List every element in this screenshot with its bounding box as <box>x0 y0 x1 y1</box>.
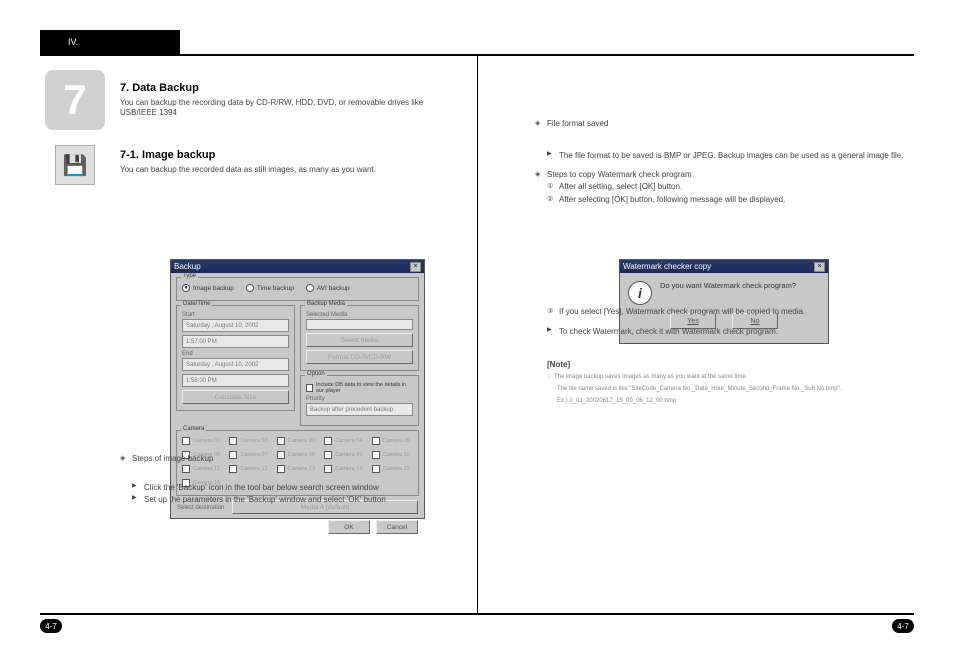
li-setup-params: Set up the parameters in the 'Backup' wi… <box>132 495 462 505</box>
li-file-format: File format saved <box>535 119 904 129</box>
ok-button[interactable]: OK <box>328 520 370 534</box>
group-type: Type ●Image backup Time backup AVI backu… <box>176 277 419 301</box>
li-check-wm: To check Watermark, check it with Waterm… <box>547 327 904 337</box>
note3: Ex.) 0_01_20020617_15_00_06_12_00.bmp <box>557 398 904 406</box>
li-step2: After selecting [OK] button, following m… <box>547 195 904 205</box>
watermark-title: Watermark checker copy <box>623 262 711 271</box>
header-tab-label: IV. <box>68 37 78 47</box>
li-bmp-jpeg: The file format to be saved is BMP or JP… <box>547 151 904 161</box>
backup-dialog: Backup × Type ●Image backup Time backup … <box>170 259 425 519</box>
label-end: End <box>182 351 289 357</box>
li-step1: After all setting, select [OK] button. <box>547 182 904 192</box>
group-type-label: Type <box>181 273 198 279</box>
end-time-field[interactable]: 1:58:00 PM <box>182 374 289 387</box>
radio-time-backup[interactable]: Time backup <box>246 284 294 292</box>
header-tab: IV. <box>40 30 180 54</box>
end-date-field[interactable]: Saturday , August 10, 2002 <box>182 358 289 371</box>
select-media-button[interactable]: Select media <box>306 333 413 347</box>
label-priority: Priority <box>306 396 413 402</box>
watermark-message: Do you want Watermark check program? <box>660 281 796 290</box>
camera-checkbox-13[interactable]: Camera 13 <box>277 465 318 473</box>
right-column: File format saved The file format to be … <box>477 54 914 613</box>
label-selected-media: Selected Media <box>306 312 413 318</box>
backup-title: Backup <box>174 262 201 271</box>
li-steps-copy-wm: Steps to copy Watermark check program <box>535 170 904 180</box>
camera-checkbox-3[interactable]: Camera 03 <box>277 437 318 445</box>
group-media-label: Backup Media <box>305 301 347 307</box>
note2: The file name saved is like "SiteCode_Ca… <box>557 386 904 394</box>
page-number-left: 4-7 <box>40 619 62 633</box>
radio-image-backup[interactable]: ●Image backup <box>182 284 234 292</box>
checkbox-include-db[interactable]: Include DB data to view the details in o… <box>306 382 413 394</box>
note-label: [Note] <box>547 360 904 370</box>
camera-checkbox-5[interactable]: Camera 05 <box>372 437 413 445</box>
selected-media-display <box>306 319 413 330</box>
watermark-titlebar[interactable]: Watermark checker copy × <box>620 260 828 273</box>
camera-checkbox-15[interactable]: Camera 15 <box>372 465 413 473</box>
heading-data-backup: 7. Data Backup <box>120 82 462 94</box>
group-camera-label: Camera <box>181 426 206 432</box>
label-start: Start <box>182 312 289 318</box>
li-step3: If you select [Yes], Watermark check pro… <box>547 307 904 317</box>
camera-checkbox-4[interactable]: Camera 04 <box>324 437 365 445</box>
group-media: Backup Media Selected Media Select media… <box>300 305 419 371</box>
group-datetime-label: Date/Time <box>181 301 212 307</box>
chapter-badge: 7 <box>45 70 105 130</box>
camera-checkbox-14[interactable]: Camera 14 <box>324 465 365 473</box>
start-time-field[interactable]: 1:57:00 PM <box>182 335 289 348</box>
format-cd-button[interactable]: Format CD-R/CD-RW <box>306 350 413 364</box>
priority-select[interactable]: Backup after precedent backup <box>306 403 413 416</box>
page-number-right: 4-7 <box>892 619 914 633</box>
group-option-label: Option <box>305 371 327 377</box>
heading-image-backup: 7-1. Image backup <box>120 149 462 161</box>
close-icon[interactable]: × <box>814 262 825 272</box>
close-icon[interactable]: × <box>410 262 421 272</box>
backup-titlebar[interactable]: Backup × <box>171 260 424 273</box>
bottom-rule <box>40 613 914 615</box>
camera-checkbox-12[interactable]: Camera 12 <box>229 465 270 473</box>
start-date-field[interactable]: Saturday , August 10, 2002 <box>182 319 289 332</box>
chapter-number: 7 <box>63 76 86 124</box>
group-option: Option Include DB data to view the detai… <box>300 375 419 426</box>
calculate-size-button[interactable]: Calculate Size <box>182 390 289 404</box>
camera-checkbox-11[interactable]: Camera 11 <box>182 465 223 473</box>
para-image-backup: You can backup the recorded data as stil… <box>120 165 462 175</box>
para-data-backup: You can backup the recording data by CD-… <box>120 98 462 119</box>
note1: ☞ The image backup saves images as many … <box>547 374 904 382</box>
cancel-button[interactable]: Cancel <box>376 520 418 534</box>
group-datetime: Date/Time Start Saturday , August 10, 20… <box>176 305 295 411</box>
page-spread: IV. 7 💾 7. Data Backup You can backup th… <box>40 30 914 633</box>
camera-checkbox-2[interactable]: Camera 02 <box>229 437 270 445</box>
info-icon: i <box>628 281 652 305</box>
li-steps-image-backup: Steps of image backup <box>120 454 462 464</box>
label-destination: Select destination <box>177 505 224 511</box>
floppy-icon: 💾 <box>55 145 95 185</box>
radio-avi-backup[interactable]: AVI backup <box>306 284 350 292</box>
li-click-backup: Click the 'Backup' icon in the tool bar … <box>132 483 462 493</box>
camera-checkbox-1[interactable]: Camera 01 <box>182 437 223 445</box>
left-column: 7. Data Backup You can backup the record… <box>110 54 477 613</box>
